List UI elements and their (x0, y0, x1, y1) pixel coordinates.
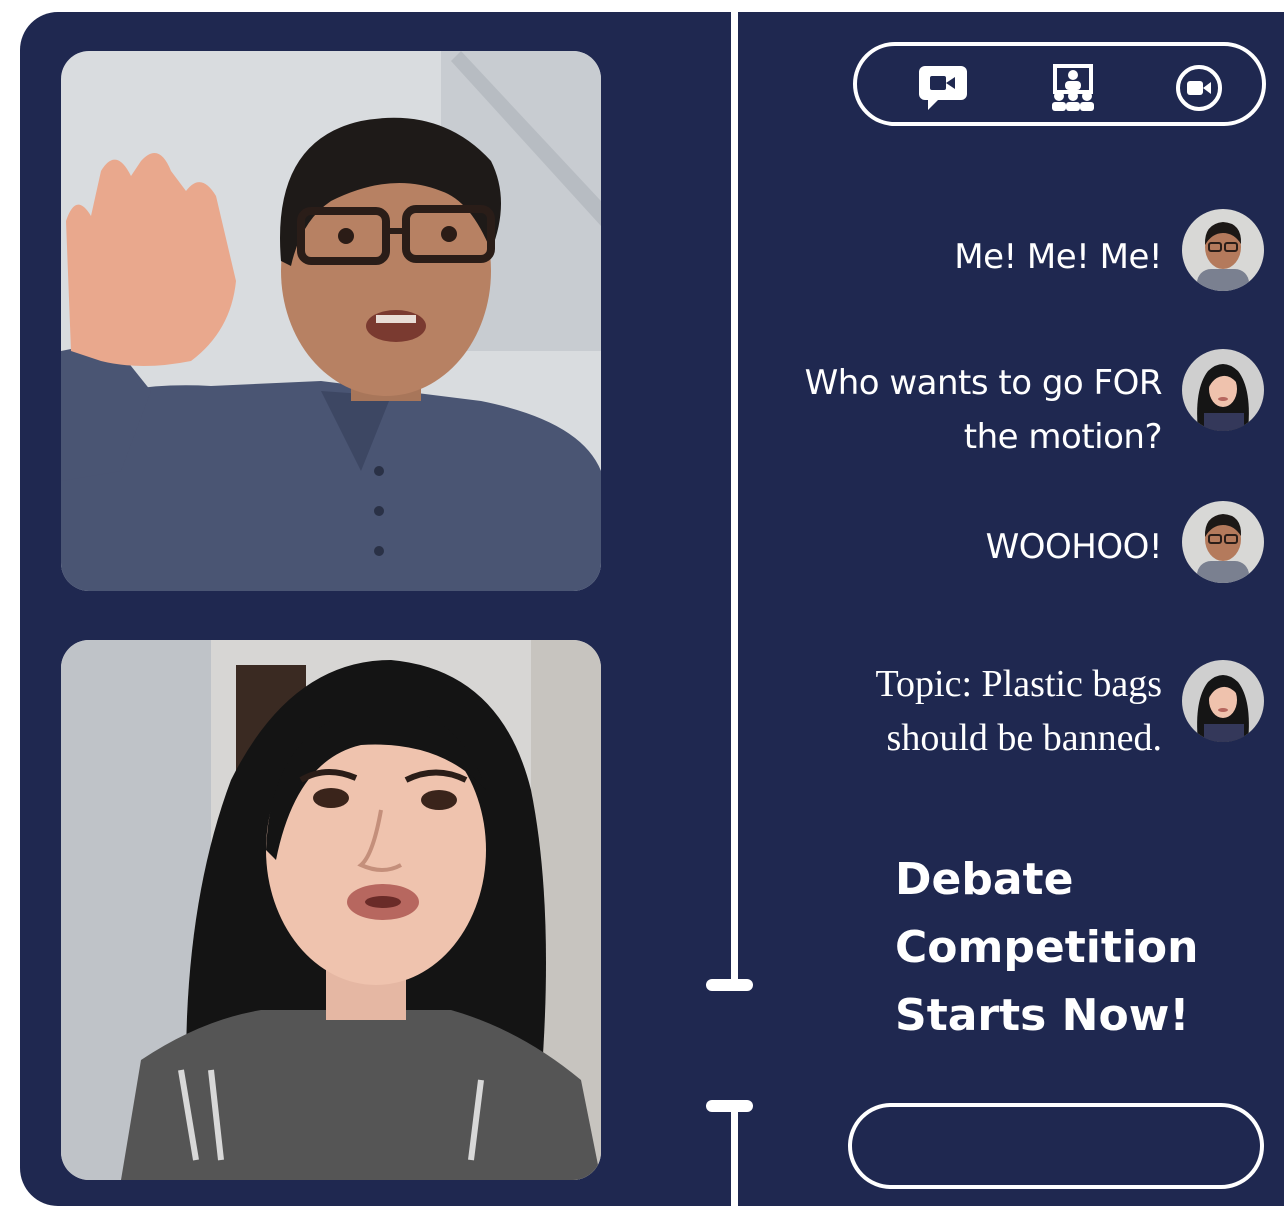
headline-line: Debate (895, 854, 1074, 905)
divider-cap-top (706, 979, 753, 991)
chat-message-text: Me! Me! Me! (954, 237, 1162, 277)
woman-video-frame (61, 640, 601, 1180)
chat-message: Me! Me! Me! (954, 230, 1162, 284)
chat-message-text: Topic: Plastic bags should be banned. (875, 663, 1162, 759)
chat-toolbar (853, 42, 1266, 126)
divider-cap-bottom (706, 1100, 753, 1112)
panel-divider-lower (731, 1104, 738, 1206)
chat-message-text: WOOHOO! (985, 527, 1163, 567)
participant-video-boy[interactable] (61, 51, 601, 591)
boy-video-frame (61, 51, 601, 591)
chat-message-text: Who wants to go FOR the motion? (804, 363, 1163, 457)
panel-divider (731, 12, 738, 986)
chat-message-topic: Topic: Plastic bags should be banned. (802, 657, 1162, 765)
avatar-woman[interactable] (1182, 349, 1264, 431)
debate-headline: Debate Competition Starts Now! (895, 846, 1255, 1050)
chat-message: WOOHOO! (985, 520, 1163, 574)
participant-video-woman[interactable] (61, 640, 601, 1180)
headline-line: Starts Now! (895, 990, 1190, 1041)
group-icon[interactable] (1048, 64, 1098, 112)
chat-icon[interactable] (918, 64, 968, 112)
video-camera-icon[interactable] (1174, 64, 1224, 112)
avatar-boy[interactable] (1182, 501, 1264, 583)
avatar-boy[interactable] (1182, 209, 1264, 291)
message-input[interactable] (848, 1103, 1264, 1189)
headline-line: Competition (895, 922, 1199, 973)
chat-message: Who wants to go FOR the motion? (742, 356, 1163, 464)
avatar-woman[interactable] (1182, 660, 1264, 742)
